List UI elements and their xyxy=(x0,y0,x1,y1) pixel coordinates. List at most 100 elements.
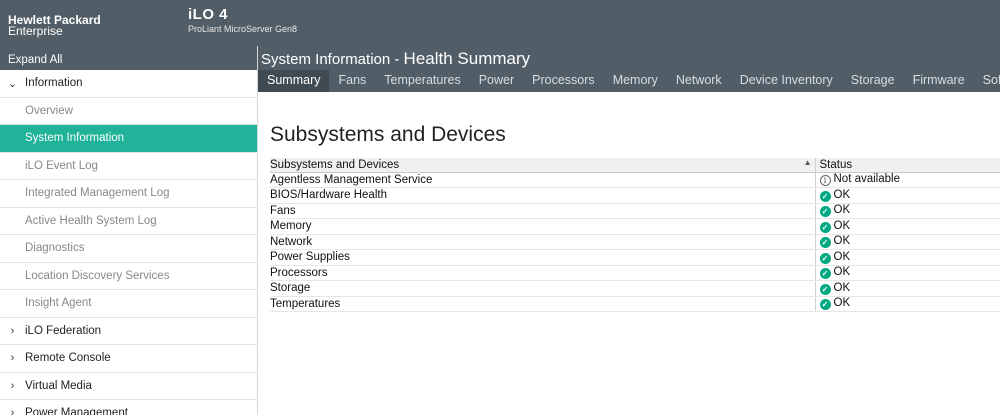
top-header: Hewlett Packard Enterprise iLO 4 ProLian… xyxy=(0,0,1000,46)
status-cell: ✓ OK xyxy=(815,296,1000,312)
ok-check-icon: ✓ xyxy=(819,252,831,264)
tab-network[interactable]: Network xyxy=(667,70,731,92)
sidebar-item-label: Power Management xyxy=(25,407,128,415)
sidebar-item-power-management[interactable]: › Power Management xyxy=(0,400,257,415)
tab-power[interactable]: Power xyxy=(470,70,523,92)
subsystem-name: Temperatures xyxy=(270,296,816,312)
tab-memory[interactable]: Memory xyxy=(604,70,667,92)
status-text: OK xyxy=(833,281,851,294)
status-text: OK xyxy=(833,188,851,201)
sidebar-item-virtual-media[interactable]: › Virtual Media xyxy=(0,373,257,400)
product-name: iLO 4 xyxy=(188,6,229,23)
hpe-logo[interactable]: Hewlett Packard Enterprise xyxy=(8,14,101,37)
status-cell: ✓ OK xyxy=(815,265,1000,281)
status-text: OK xyxy=(833,266,851,279)
status-text: OK xyxy=(833,250,851,263)
tab-firmware[interactable]: Firmware xyxy=(904,70,974,92)
table-row: BIOS/Hardware Health ✓ OK xyxy=(270,187,1000,204)
chevron-down-icon: ⌄ xyxy=(7,77,18,90)
subsystem-name: Network xyxy=(270,234,816,250)
tab-bar: Summary Fans Temperatures Power Processors Me… xyxy=(258,70,1000,92)
sidebar-item-information[interactable]: ⌄ Information xyxy=(0,70,257,98)
tab-fans[interactable]: Fans xyxy=(329,70,375,92)
table-body: Agentless Management Service i Not availab… xyxy=(270,172,1000,312)
sidebar-item-diagnostics[interactable]: Diagnostics xyxy=(0,235,257,263)
sidebar-item-insight-agent[interactable]: Insight Agent xyxy=(0,290,257,318)
ok-check-icon: ✓ xyxy=(819,190,831,202)
tab-storage[interactable]: Storage xyxy=(842,70,904,92)
main-header: System Information - Health Summary Summ… xyxy=(258,46,1000,92)
sidebar-item-remote-console[interactable]: › Remote Console xyxy=(0,345,257,373)
subsystem-name: Agentless Management Service xyxy=(270,172,816,188)
status-cell: ✓ OK xyxy=(815,249,1000,266)
status-text: OK xyxy=(833,235,851,248)
chevron-right-icon: › xyxy=(10,324,15,337)
subsystem-name: BIOS/Hardware Health xyxy=(270,187,816,204)
status-cell: ✓ OK xyxy=(815,234,1000,250)
tab-software[interactable]: Software xyxy=(974,70,1000,92)
column-header-status[interactable]: Status xyxy=(815,158,1000,173)
sidebar-nav: ⌄ Information Overview System Information iL… xyxy=(0,70,257,415)
sidebar-item-label: Information xyxy=(25,77,83,90)
sidebar-item-ilo-federation[interactable]: › iLO Federation xyxy=(0,318,257,345)
status-cell: i Not available xyxy=(815,172,1000,188)
table-row: Temperatures ✓ OK xyxy=(270,296,1000,312)
page-title-prefix: System Information - xyxy=(261,51,404,68)
sidebar-item-label: Location Discovery Services xyxy=(25,269,170,282)
sidebar-item-label: Active Health System Log xyxy=(25,214,157,227)
table-row: Fans ✓ OK xyxy=(270,203,1000,219)
ok-check-icon: ✓ xyxy=(819,206,831,218)
sidebar-item-integrated-management-log[interactable]: Integrated Management Log xyxy=(0,180,257,208)
table-row: Memory ✓ OK xyxy=(270,218,1000,235)
tab-processors[interactable]: Processors xyxy=(523,70,604,92)
expand-all-link[interactable]: Expand All xyxy=(0,46,257,70)
status-cell: ✓ OK xyxy=(815,218,1000,235)
status-cell: ✓ OK xyxy=(815,203,1000,219)
subsystem-name: Memory xyxy=(270,218,816,235)
sidebar-item-label: Remote Console xyxy=(25,352,111,365)
column-header-subsystem[interactable]: Subsystems and Devices ▲ xyxy=(270,158,816,173)
status-cell: ✓ OK xyxy=(815,280,1000,297)
status-text: OK xyxy=(833,204,851,217)
sidebar-item-system-information[interactable]: System Information xyxy=(0,125,257,153)
sidebar-item-active-health-system-log[interactable]: Active Health System Log xyxy=(0,208,257,235)
table-row: Agentless Management Service i Not availab… xyxy=(270,172,1000,188)
status-text: OK xyxy=(833,297,851,310)
tab-device-inventory[interactable]: Device Inventory xyxy=(731,70,842,92)
sidebar-item-label: iLO Event Log xyxy=(25,159,98,172)
table-header-row: Subsystems and Devices ▲ Status xyxy=(270,158,1000,173)
chevron-right-icon: › xyxy=(10,407,15,415)
page-title: System Information - Health Summary xyxy=(261,49,530,69)
chevron-right-icon: › xyxy=(10,352,15,365)
product-info: iLO 4 ProLiant MicroServer Gen8 xyxy=(188,6,297,34)
sidebar-item-label: Integrated Management Log xyxy=(25,187,170,200)
ok-check-icon: ✓ xyxy=(819,221,831,233)
sort-up-icon[interactable]: ▲ xyxy=(804,158,812,167)
chevron-right-icon: › xyxy=(10,379,15,392)
main-content: Subsystems and Devices Subsystems and De… xyxy=(270,123,1000,312)
tab-temperatures[interactable]: Temperatures xyxy=(375,70,469,92)
section-title: Subsystems and Devices xyxy=(270,123,506,146)
sidebar-item-label: System Information xyxy=(25,132,125,145)
subsystem-name: Power Supplies xyxy=(270,249,816,266)
status-text: OK xyxy=(833,219,851,232)
tab-summary[interactable]: Summary xyxy=(258,70,330,92)
subsystem-name: Storage xyxy=(270,280,816,297)
table-row: Power Supplies ✓ OK xyxy=(270,249,1000,266)
sidebar: Expand All ⌄ Information Overview System In… xyxy=(0,46,258,415)
sidebar-item-label: Virtual Media xyxy=(25,379,92,392)
server-model: ProLiant MicroServer Gen8 xyxy=(188,24,298,34)
status-text: Not available xyxy=(833,173,900,186)
page-title-main: Health Summary xyxy=(403,49,531,68)
table-row: Network ✓ OK xyxy=(270,234,1000,250)
status-cell: ✓ OK xyxy=(815,187,1000,204)
table-row: Storage ✓ OK xyxy=(270,280,1000,297)
info-icon: i xyxy=(819,175,831,187)
ok-check-icon: ✓ xyxy=(819,237,831,249)
sidebar-item-ilo-event-log[interactable]: iLO Event Log xyxy=(0,153,257,180)
table-row: Processors ✓ OK xyxy=(270,265,1000,281)
sidebar-item-overview[interactable]: Overview xyxy=(0,98,257,125)
sidebar-item-location-discovery-services[interactable]: Location Discovery Services xyxy=(0,263,257,290)
ok-check-icon: ✓ xyxy=(819,299,831,311)
sidebar-item-label: iLO Federation xyxy=(25,324,102,337)
